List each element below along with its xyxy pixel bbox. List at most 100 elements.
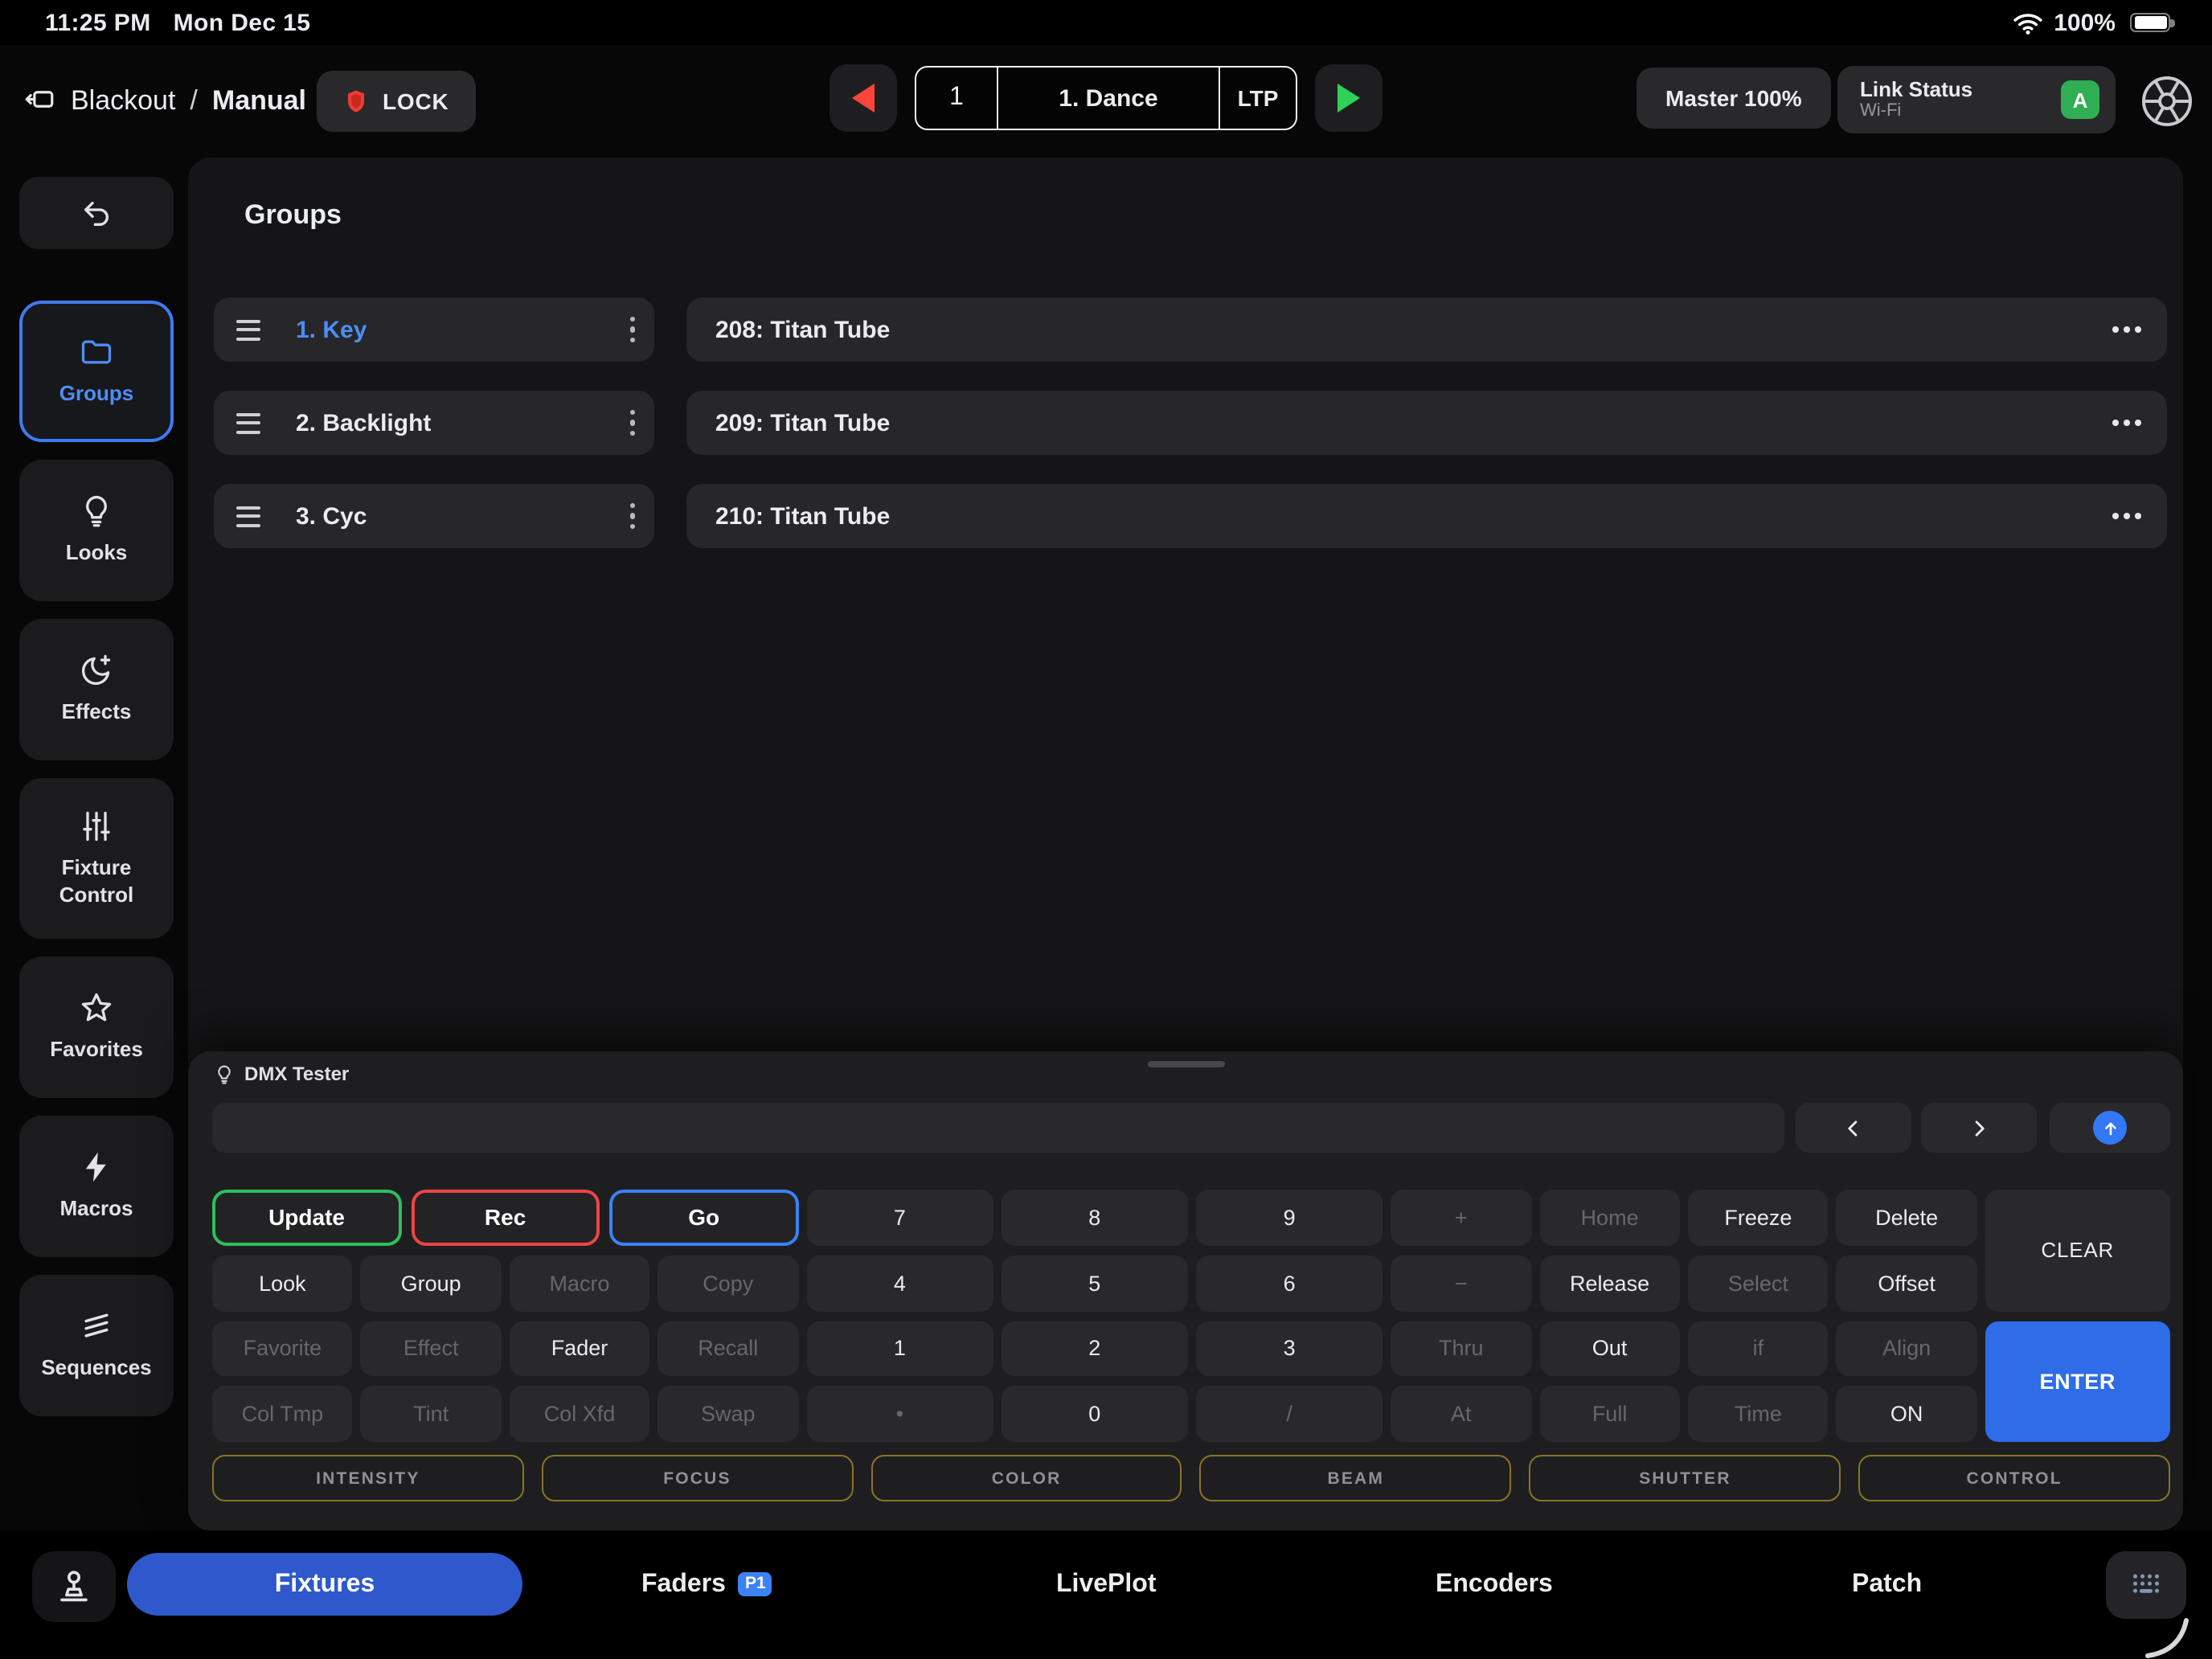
key-at[interactable]: At [1391,1387,1531,1443]
previous-cue-button[interactable] [830,64,897,132]
row-menu-icon[interactable] [2112,513,2141,519]
fixture-row[interactable]: 208: Titan Tube [686,297,2167,362]
key-enter[interactable]: ENTER [1985,1321,2170,1442]
key-effect[interactable]: Effect [361,1321,502,1377]
key-freeze[interactable]: Freeze [1688,1190,1829,1246]
row-menu-icon[interactable] [2112,326,2141,333]
key-4[interactable]: 4 [806,1256,993,1312]
keypad-toggle-button[interactable] [2106,1551,2186,1619]
key-on[interactable]: ON [1837,1387,1977,1443]
key-tint[interactable]: Tint [361,1387,502,1443]
tab-faders-label: Faders [641,1570,726,1599]
key-plus[interactable]: + [1391,1190,1531,1246]
tab-fixtures[interactable]: Fixtures [127,1553,522,1616]
key-5[interactable]: 5 [1002,1256,1188,1312]
key-dot[interactable]: • [806,1387,993,1443]
cue-display[interactable]: 1 1. Dance LTP [915,66,1297,130]
key-6[interactable]: 6 [1196,1256,1382,1312]
key-clear[interactable]: CLEAR [1985,1190,2170,1311]
key-offset[interactable]: Offset [1837,1256,1977,1312]
breadcrumb[interactable]: Blackout / Manual [23,45,306,158]
send-button[interactable] [2050,1103,2170,1153]
key-go[interactable]: Go [609,1190,798,1246]
fixture-row[interactable]: 210: Titan Tube [686,484,2167,548]
key-favorite[interactable]: Favorite [212,1321,353,1377]
next-cue-button[interactable] [1315,64,1382,132]
key-thru[interactable]: Thru [1391,1321,1531,1377]
drag-handle-icon[interactable] [236,319,260,340]
moon-sparkle-icon [79,653,114,689]
back-button[interactable] [19,177,174,249]
tab-faders[interactable]: Faders P1 [641,1553,772,1616]
key-swap[interactable]: Swap [657,1387,798,1443]
wheel-icon[interactable] [2138,72,2196,130]
sidebar-item-effects[interactable]: Effects [19,619,174,760]
history-prev-button[interactable] [1796,1103,1911,1153]
key-full[interactable]: Full [1539,1387,1680,1443]
command-line-input[interactable] [212,1103,1784,1153]
palette-color[interactable]: COLOR [870,1455,1182,1501]
key-group[interactable]: Group [361,1256,502,1312]
key-release[interactable]: Release [1539,1256,1680,1312]
tab-encoders[interactable]: Encoders [1436,1553,1553,1616]
key-recall[interactable]: Recall [657,1321,798,1377]
palette-control[interactable]: CONTROL [1858,1455,2170,1501]
cue-number[interactable]: 1 [916,68,997,129]
key-look[interactable]: Look [212,1256,353,1312]
key-home[interactable]: Home [1539,1190,1680,1246]
key-8[interactable]: 8 [1002,1190,1188,1246]
fixture-row[interactable]: 209: Titan Tube [686,391,2167,455]
group-row[interactable]: 1. Key [214,297,654,362]
key-delete[interactable]: Delete [1837,1190,1977,1246]
key-update[interactable]: Update [212,1190,401,1246]
key-select[interactable]: Select [1688,1256,1829,1312]
key-align[interactable]: Align [1837,1321,1977,1377]
sidebar-item-macros[interactable]: Macros [19,1116,174,1257]
kebab-menu-icon[interactable] [629,410,635,436]
sidebar-item-favorites[interactable]: Favorites [19,956,174,1098]
key-slash[interactable]: / [1196,1387,1382,1443]
key-macro[interactable]: Macro [510,1256,650,1312]
key-copy[interactable]: Copy [657,1256,798,1312]
key-2[interactable]: 2 [1002,1321,1188,1377]
key-minus[interactable]: − [1391,1256,1531,1312]
sidebar-item-fixture-control[interactable]: Fixture Control [19,778,174,939]
key-time[interactable]: Time [1688,1387,1829,1443]
key-1[interactable]: 1 [806,1321,993,1377]
row-menu-icon[interactable] [2112,420,2141,426]
cue-mode[interactable]: LTP [1219,68,1296,129]
key-9[interactable]: 9 [1196,1190,1382,1246]
joystick-button[interactable] [32,1551,116,1622]
breadcrumb-root[interactable]: Blackout [71,85,175,117]
group-row[interactable]: 3. Cyc [214,484,654,548]
key-if[interactable]: if [1688,1321,1829,1377]
group-row[interactable]: 2. Backlight [214,391,654,455]
key-col-tmp[interactable]: Col Tmp [212,1387,353,1443]
tab-liveplot[interactable]: LivePlot [1056,1553,1156,1616]
tab-patch[interactable]: Patch [1852,1553,1922,1616]
drag-handle-icon[interactable] [236,506,260,526]
drag-handle-icon[interactable] [236,412,260,433]
link-status-button[interactable]: Link Status Wi-Fi A [1837,66,2116,133]
master-level-button[interactable]: Master 100% [1636,68,1831,129]
key-fader[interactable]: Fader [510,1321,650,1377]
sidebar-item-looks[interactable]: Looks [19,460,174,601]
key-3[interactable]: 3 [1196,1321,1382,1377]
cue-name[interactable]: 1. Dance [997,68,1219,129]
palette-shutter[interactable]: SHUTTER [1530,1455,1841,1501]
sidebar-item-sequences[interactable]: Sequences [19,1275,174,1416]
key-out[interactable]: Out [1539,1321,1680,1377]
lock-button[interactable]: LOCK [317,71,477,132]
key-0[interactable]: 0 [1002,1387,1188,1443]
key-7[interactable]: 7 [806,1190,993,1246]
palette-focus[interactable]: FOCUS [542,1455,854,1501]
kebab-menu-icon[interactable] [629,503,635,530]
key-rec[interactable]: Rec [411,1190,600,1246]
palette-beam[interactable]: BEAM [1200,1455,1512,1501]
sheet-drag-handle[interactable] [1147,1061,1224,1067]
kebab-menu-icon[interactable] [629,317,635,343]
key-col-xfd[interactable]: Col Xfd [510,1387,650,1443]
palette-intensity[interactable]: INTENSITY [212,1455,524,1501]
history-next-button[interactable] [1921,1103,2037,1153]
sidebar-item-groups[interactable]: Groups [19,301,174,442]
